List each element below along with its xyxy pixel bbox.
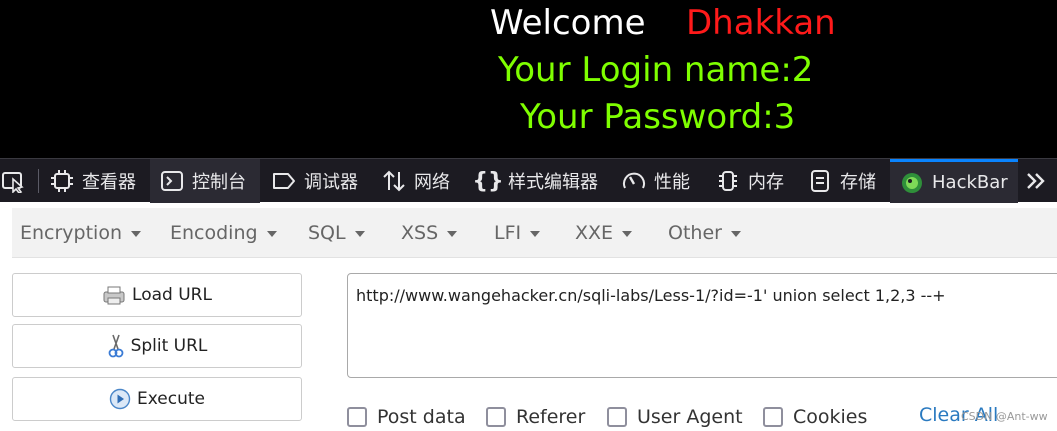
tab-performance[interactable]: 性能 (622, 159, 690, 203)
menu-encoding[interactable]: Encoding (170, 208, 277, 258)
inspector-icon (50, 169, 74, 193)
menu-label: LFI (494, 222, 522, 244)
login-name-text: Your Login name:2 (498, 50, 814, 90)
menu-label: Other (668, 222, 722, 244)
tab-label: 网络 (414, 172, 450, 193)
tab-storage[interactable]: 存储 (808, 159, 876, 203)
cookies-checkbox[interactable]: Cookies (763, 404, 867, 430)
menu-encryption[interactable]: Encryption (20, 208, 142, 258)
caret-down-icon (266, 231, 277, 237)
load-url-icon (102, 284, 126, 306)
menu-label: XSS (401, 222, 439, 244)
chevron-double-right-icon (1024, 169, 1048, 193)
referer-checkbox[interactable]: Referer (486, 404, 585, 430)
tab-debugger[interactable]: 调试器 (272, 159, 358, 203)
element-picker-icon (2, 169, 26, 193)
tab-label: 性能 (654, 172, 690, 193)
storage-icon (808, 169, 832, 193)
devtools-toolbar: 查看器 控制台 调试器 网络 {} 样式编辑器 性能 内存 存储 HackBar (0, 158, 1057, 203)
menu-lfi[interactable]: LFI (494, 208, 541, 258)
load-url-button[interactable]: Load URL (12, 273, 302, 317)
network-icon (382, 169, 406, 193)
watermark-text: CSDN @Ant-ww (961, 410, 1048, 423)
menu-label: Encoding (170, 222, 258, 244)
button-label: Execute (137, 389, 205, 409)
menu-label: SQL (308, 222, 346, 244)
caret-down-icon (131, 231, 142, 237)
post-data-checkbox[interactable]: Post data (347, 404, 466, 430)
tab-memory[interactable]: 内存 (716, 159, 784, 203)
tab-label: 查看器 (82, 172, 136, 193)
checkbox-box[interactable] (763, 407, 783, 427)
style-editor-icon: {} (472, 168, 504, 194)
hackbar-menu: Encryption Encoding SQL XSS LFI XXE Othe… (12, 208, 1057, 258)
menu-label: Encryption (20, 222, 123, 244)
tab-label: HackBar (932, 172, 1008, 193)
debugger-icon (272, 169, 296, 193)
button-label: Load URL (132, 285, 212, 305)
checkbox-label: User Agent (637, 406, 743, 428)
welcome-text: Welcome (490, 3, 646, 43)
caret-down-icon (730, 231, 741, 237)
checkbox-label: Cookies (793, 406, 868, 428)
tab-hackbar[interactable]: HackBar (890, 159, 1018, 203)
caret-down-icon (354, 231, 365, 237)
tab-label: 调试器 (304, 172, 358, 193)
tab-network[interactable]: 网络 (382, 159, 450, 203)
tab-style-editor[interactable]: {} 样式编辑器 (472, 159, 598, 203)
play-icon (109, 388, 131, 410)
menu-xss[interactable]: XSS (401, 208, 458, 258)
menu-other[interactable]: Other (668, 208, 741, 258)
scissors-icon (107, 333, 125, 359)
tab-inspector[interactable]: 查看器 (50, 159, 146, 203)
console-icon (160, 169, 184, 193)
tab-console[interactable]: 控制台 (150, 159, 260, 203)
checkbox-label: Referer (516, 406, 586, 428)
performance-icon (622, 169, 646, 193)
caret-down-icon (530, 231, 541, 237)
menu-sql[interactable]: SQL (308, 208, 365, 258)
toolbar-separator (38, 169, 39, 193)
checkbox-box[interactable] (607, 407, 627, 427)
button-label: Split URL (130, 336, 208, 356)
caret-down-icon (447, 231, 458, 237)
menu-label: XXE (575, 222, 614, 244)
password-text: Your Password:3 (520, 97, 796, 137)
checkbox-box[interactable] (486, 407, 506, 427)
tab-label: 控制台 (192, 172, 246, 193)
hackbar-icon (900, 171, 924, 195)
menu-xxe[interactable]: XXE (575, 208, 633, 258)
checkbox-label: Post data (377, 406, 466, 428)
tab-label: 样式编辑器 (508, 172, 598, 193)
page-banner: Welcome Dhakkan Your Login name:2 Your P… (0, 0, 1057, 158)
execute-button[interactable]: Execute (12, 377, 302, 421)
element-picker-button[interactable] (2, 159, 34, 203)
user-agent-checkbox[interactable]: User Agent (607, 404, 743, 430)
caret-down-icon (622, 231, 633, 237)
tab-label: 内存 (748, 172, 784, 193)
username-text: Dhakkan (686, 3, 836, 43)
memory-icon (716, 169, 740, 193)
more-tabs-button[interactable] (1024, 159, 1056, 203)
url-textarea[interactable]: http://www.wangehacker.cn/sqli-labs/Less… (347, 273, 1057, 378)
split-url-button[interactable]: Split URL (12, 324, 302, 368)
checkbox-box[interactable] (347, 407, 367, 427)
tab-label: 存储 (840, 172, 876, 193)
